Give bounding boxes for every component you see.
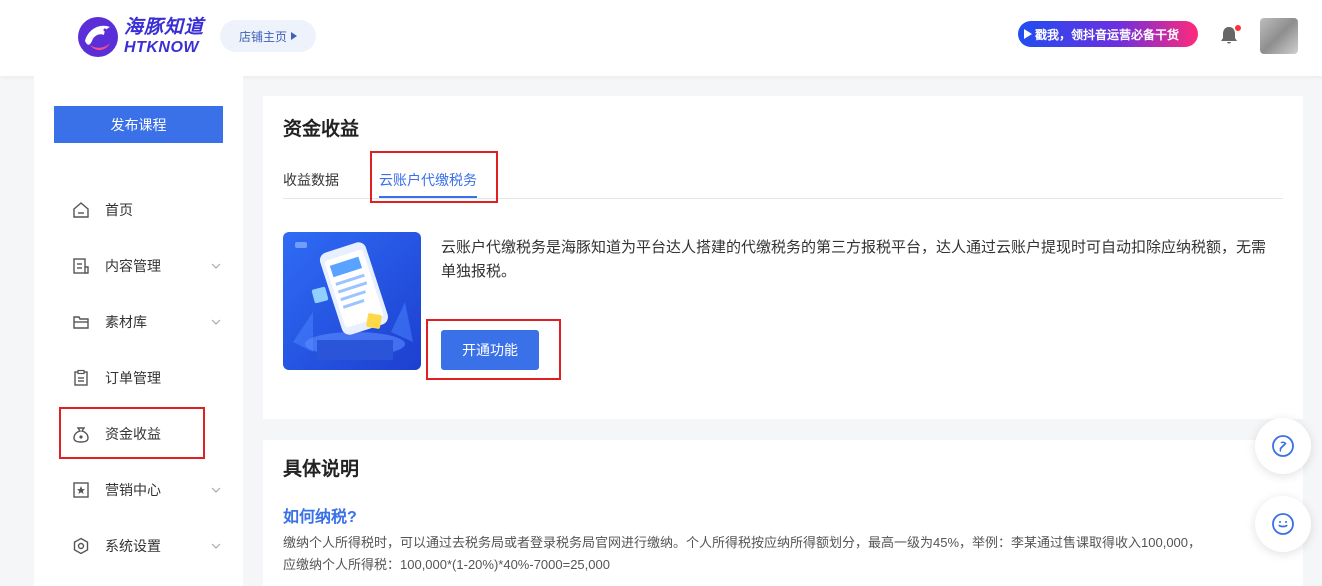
chevron-down-icon [211,319,221,325]
details-paragraph: 缴纳个人所得税时，可以通过去税务局或者登录税务局官网进行缴纳。个人所得税按应纳所… [283,532,1283,576]
floating-link-button[interactable] [1255,418,1311,474]
chevron-down-icon [211,263,221,269]
notification-dot [1235,25,1241,31]
sidebar-item-label: 首页 [105,202,133,218]
highlight-box-earnings [59,407,205,459]
caret-right-icon [291,32,297,40]
star-icon [73,482,89,498]
sidebar-item-home[interactable]: 首页 [34,190,243,230]
sidebar-item-marketing[interactable]: 营销中心 [34,470,243,510]
play-icon [1024,29,1032,39]
sidebar-item-label: 内容管理 [105,258,161,274]
feature-description: 云账户代缴税务是海豚知道为平台达人搭建的代缴税务的第三方报税平台，达人通过云账户… [441,239,1267,280]
sidebar-item-orders[interactable]: 订单管理 [34,358,243,398]
folder-icon [73,316,89,329]
chat-icon [1272,513,1294,535]
details-title: 具体说明 [283,459,360,480]
dolphin-logo-icon [78,17,118,57]
highlight-box-tab [370,151,498,203]
sidebar-item-label: 素材库 [105,314,147,330]
highlight-box-button [426,319,561,380]
floating-chat-button[interactable] [1255,496,1311,552]
promo-banner[interactable]: 戳我，领抖音运营必备干货 [1018,21,1198,47]
earnings-card: 资金收益 收益数据 云账户代缴税务 云账户代缴税务是海豚知道为平台达人搭建的代缴… [263,96,1303,419]
promo-text: 戳我，领抖音运营必备干货 [1035,27,1180,42]
avatar[interactable] [1260,18,1298,54]
store-home-label: 店铺主页 [238,29,287,44]
logo-en-text: HTKNOW [124,39,199,56]
details-line-2: 应缴纳个人所得税：100,000*(1-20%)*40%-7000=25,000 [283,557,610,572]
sidebar-item-settings[interactable]: 系统设置 [34,526,243,566]
publish-course-button[interactable]: 发布课程 [54,106,223,143]
sidebar-item-content[interactable]: 内容管理 [34,246,243,286]
sidebar-item-label: 营销中心 [105,482,161,498]
tax-phone-illustration [283,232,421,370]
settings-icon [73,537,89,555]
sidebar-item-label: 系统设置 [105,538,161,554]
sidebar-item-assets[interactable]: 素材库 [34,302,243,342]
page-title: 资金收益 [283,119,360,140]
sidebar: 发布课程 首页 内容管理 素材库 订单管理 资金收益 营销中心 系统设置 [34,76,243,586]
content-icon [73,258,89,274]
home-icon [73,202,89,218]
details-line-1: 缴纳个人所得税时，可以通过去税务局或者登录税务局官网进行缴纳。个人所得税按应纳所… [283,535,1202,550]
top-header: 海豚知道 HTKNOW 店铺主页 戳我，领抖音运营必备干货 [0,0,1322,76]
store-home-button[interactable]: 店铺主页 [220,20,316,52]
sidebar-item-label: 订单管理 [105,370,161,386]
details-card: 具体说明 如何纳税? 缴纳个人所得税时，可以通过去税务局或者登录税务局官网进行缴… [263,440,1303,586]
logo[interactable]: 海豚知道 HTKNOW [76,14,206,60]
clipboard-icon [74,369,88,386]
how-to-pay-tax-heading: 如何纳税? [283,509,357,526]
logo-cn-text: 海豚知道 [124,17,205,38]
tab-earnings-data[interactable]: 收益数据 [283,170,339,190]
link-icon [1272,435,1294,457]
chevron-down-icon [211,543,221,549]
chevron-down-icon [211,487,221,493]
